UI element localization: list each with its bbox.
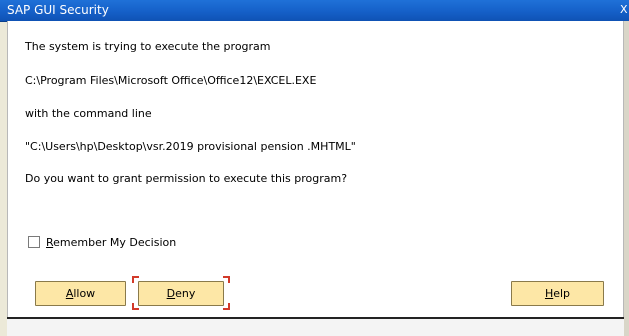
- message-line-3: with the command line: [25, 107, 152, 120]
- remember-decision-label[interactable]: Remember My Decision: [46, 235, 176, 251]
- close-icon[interactable]: X: [620, 2, 629, 18]
- remember-decision-checkbox[interactable]: [28, 236, 40, 248]
- allow-button[interactable]: Allow: [35, 281, 126, 306]
- help-button[interactable]: Help: [511, 281, 604, 306]
- window-right-edge: [624, 21, 629, 336]
- bottom-strip: [7, 319, 624, 336]
- window-title: SAP GUI Security: [7, 3, 109, 17]
- deny-button[interactable]: Deny: [138, 281, 224, 306]
- permission-question: Do you want to grant permission to execu…: [25, 172, 348, 185]
- message-line-1: The system is trying to execute the prog…: [25, 40, 271, 53]
- command-line: "C:\Users\hp\Desktop\vsr.2019 provisiona…: [25, 140, 356, 153]
- dialog-body: The system is trying to execute the prog…: [7, 21, 624, 317]
- program-path: C:\Program Files\Microsoft Office\Office…: [25, 74, 317, 87]
- title-bar[interactable]: SAP GUI Security X: [0, 0, 629, 22]
